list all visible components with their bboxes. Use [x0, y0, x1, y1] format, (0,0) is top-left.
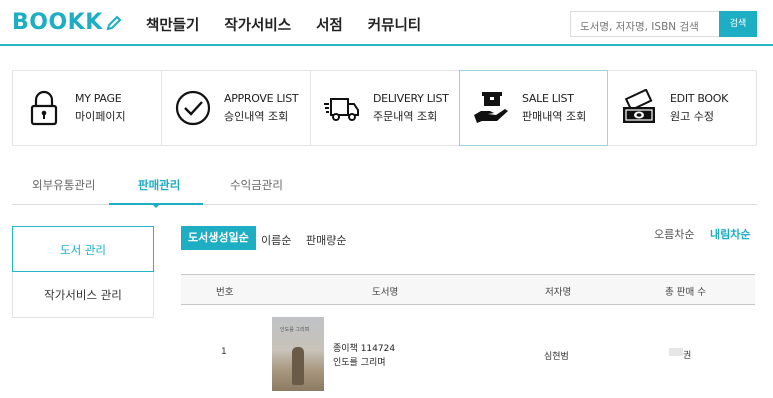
search-input[interactable] [570, 11, 720, 37]
header-number: 번호 [216, 287, 234, 298]
nav-community[interactable]: 커뮤니티 [368, 14, 421, 35]
menu-ko-label: 주문내역 조회 [373, 110, 438, 123]
side-item-author-service[interactable]: 작가서비스 관리 [12, 272, 154, 318]
tab-sales-management[interactable]: 판매관리 [138, 177, 180, 193]
order-ascending[interactable]: 오름차순 [654, 226, 694, 242]
book-title-line2[interactable]: 인도를 그리며 [333, 355, 386, 368]
menu-ko-label: 판매내역 조회 [522, 110, 587, 123]
menu-en-label: EDIT BOOK [670, 92, 729, 105]
menu-ko-label: 마이페이지 [75, 110, 126, 123]
top-header: BOOKK 책만들기 작가서비스 서점 커뮤니티 검색 [0, 0, 773, 46]
menu-ko-label: 원고 수정 [670, 110, 714, 123]
header-title: 도서명 [372, 287, 399, 298]
table-header: 번호 도서명 저자명 총 판매 수 [181, 274, 755, 305]
menu-en-label: SALE LIST [522, 92, 574, 105]
menu-my-page[interactable]: MY PAGE 마이페이지 [12, 70, 161, 146]
money-bills-icon [623, 89, 655, 123]
menu-edit-book[interactable]: EDIT BOOK 원고 수정 [608, 70, 757, 146]
mypage-menu: MY PAGE 마이페이지 APPROVE LIST 승인내역 조회 DELIV… [12, 70, 757, 146]
locked-padlock-icon [30, 90, 58, 126]
menu-en-label: APPROVE LIST [224, 92, 299, 105]
menu-ko-label: 승인내역 조회 [224, 110, 289, 123]
page: BOOKK 책만들기 작가서비스 서점 커뮤니티 검색 MY PAGE 마이페이… [0, 0, 773, 398]
book-cover-image[interactable]: 인도를 그리며 [272, 317, 324, 391]
side-menu: 도서 관리 작가서비스 관리 [12, 226, 154, 318]
header-total-sales: 총 판매 수 [665, 287, 706, 298]
menu-approve-list[interactable]: APPROVE LIST 승인내역 조회 [161, 70, 310, 146]
logo-text: BOOKK [12, 10, 103, 35]
sales-count-redacted [669, 348, 683, 356]
author-name: 심현범 [544, 352, 569, 362]
table-row[interactable]: 1 인도를 그리며 종이책 114724 인도를 그리며 심현범 권 [181, 305, 755, 395]
header-author: 저자명 [545, 287, 572, 298]
tab-revenue-management[interactable]: 수익금관리 [230, 177, 283, 193]
tab-external-distribution[interactable]: 외부유통관리 [32, 177, 95, 193]
active-tab-caret [152, 204, 160, 208]
row-number: 1 [221, 347, 227, 357]
order-descending[interactable]: 내림차순 [710, 226, 750, 242]
menu-text: APPROVE LIST 승인내역 조회 [224, 92, 299, 124]
menu-text: SALE LIST 판매내역 조회 [522, 92, 586, 124]
sales-unit: 권 [683, 351, 692, 361]
search-button[interactable]: 검색 [719, 11, 757, 37]
menu-en-label: MY PAGE [75, 92, 122, 105]
menu-text: DELIVERY LIST 주문내역 조회 [373, 92, 449, 124]
book-title-line1[interactable]: 종이책 114724 [333, 341, 395, 354]
bookk-logo[interactable]: BOOKK [12, 10, 123, 35]
sub-tabs: 외부유통관리 판매관리 수익금관리 [12, 173, 757, 208]
menu-delivery-list[interactable]: DELIVERY LIST 주문내역 조회 [310, 70, 459, 146]
menu-sale-list[interactable]: SALE LIST 판매내역 조회 [459, 70, 608, 146]
cover-title: 인도를 그리며 [280, 327, 310, 333]
book-table: 번호 도서명 저자명 총 판매 수 1 인도를 그리며 종이책 114724 인… [181, 274, 755, 395]
nav-make-book[interactable]: 책만들기 [146, 14, 199, 35]
check-circle-icon [175, 90, 211, 126]
menu-en-label: DELIVERY LIST [373, 92, 449, 105]
hand-with-box-icon [474, 92, 508, 123]
side-item-book-management[interactable]: 도서 관리 [12, 226, 154, 272]
menu-text: EDIT BOOK 원고 수정 [670, 92, 728, 124]
pencil-icon [106, 15, 122, 30]
cover-figure [292, 347, 304, 385]
sort-by-created-date[interactable]: 도서생성일순 [181, 226, 256, 250]
nav-author-service[interactable]: 작가서비스 [224, 14, 291, 35]
sort-by-sales[interactable]: 판매량순 [306, 232, 346, 248]
main-nav: 책만들기 작가서비스 서점 커뮤니티 [146, 14, 446, 35]
nav-bookstore[interactable]: 서점 [316, 14, 343, 35]
menu-text: MY PAGE 마이페이지 [75, 92, 126, 124]
sort-by-name[interactable]: 이름순 [261, 232, 291, 248]
delivery-truck-icon [324, 98, 359, 121]
